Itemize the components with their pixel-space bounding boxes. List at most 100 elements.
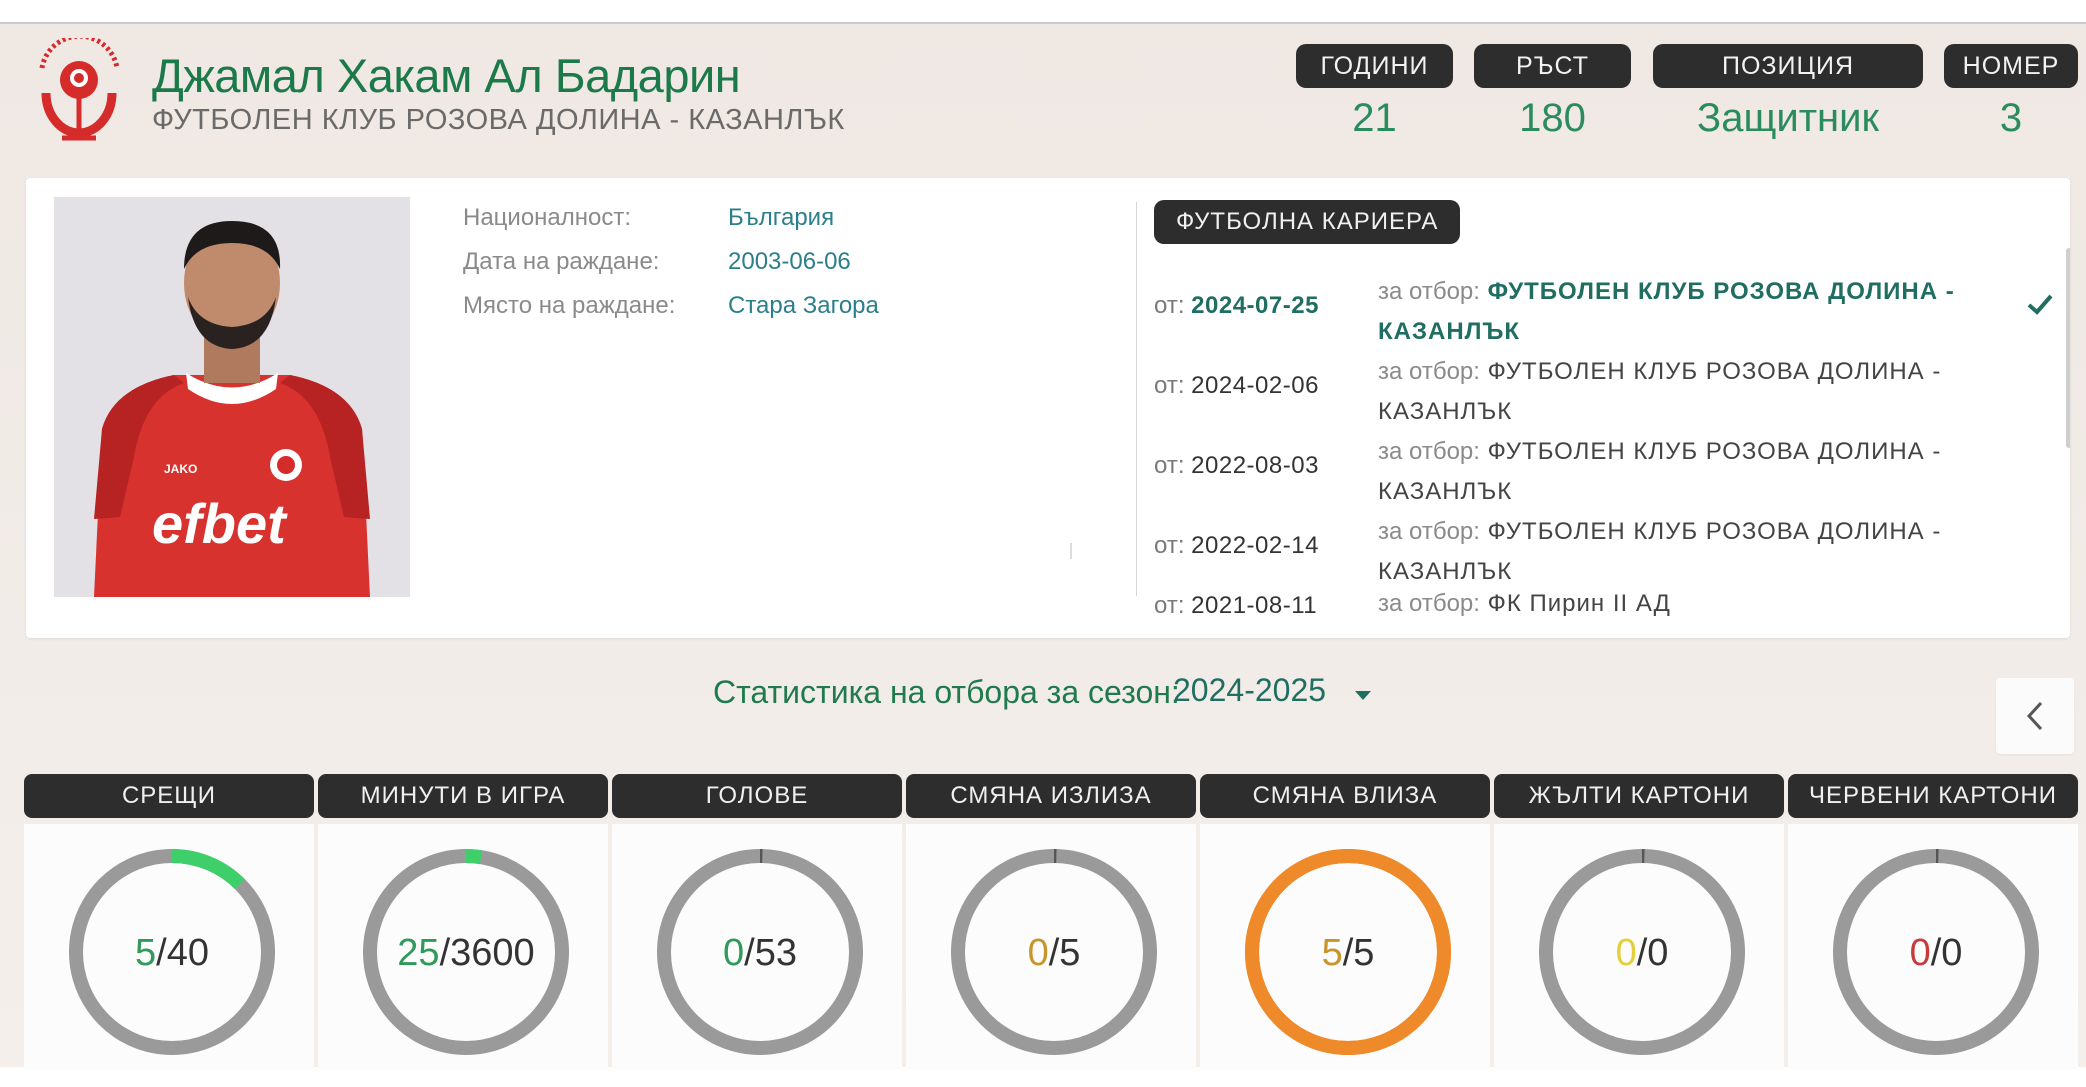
stat-current: 0 <box>1615 932 1637 974</box>
stat-card-body: 5/5 <box>1200 824 1490 1069</box>
season-select[interactable]: 2024-2025 <box>1173 672 1326 709</box>
birthdate-key: Дата на раждане: <box>463 248 660 275</box>
stat-card-body: 0/0 <box>1788 824 2078 1069</box>
team-prefix: за отбор: <box>1378 358 1480 385</box>
stat-total: 0 <box>1941 932 1963 974</box>
stat-current: 5 <box>135 932 157 974</box>
club-rose-crest-icon <box>39 38 120 141</box>
career-entry[interactable]: от: 2022-08-03 за отбор: ФУТБОЛЕН КЛУБ Р… <box>1154 432 2034 512</box>
team-prefix: за отбор: <box>1378 278 1480 305</box>
career-from: от: 2021-08-11 <box>1154 592 1317 620</box>
birthdate-value: 2003-06-06 <box>728 248 851 275</box>
from-prefix: от: <box>1154 292 1185 319</box>
stat-total: 3600 <box>450 932 535 974</box>
position-label: ПОЗИЦИЯ <box>1653 44 1923 88</box>
position-fact: ПОЗИЦИЯ Защитник <box>1653 44 1923 140</box>
team-prefix: за отбор: <box>1378 590 1480 617</box>
career-date: 2024-02-06 <box>1191 372 1319 399</box>
sponsor-text: efbet <box>152 492 288 555</box>
from-prefix: от: <box>1154 532 1185 559</box>
stat-card: МИНУТИ В ИГРА 25/3600 <box>318 774 608 1069</box>
career-team: за отбор: ФУТБОЛЕН КЛУБ РОЗОВА ДОЛИНА - … <box>1378 512 1998 592</box>
number-fact: НОМЕР 3 <box>1944 44 2078 140</box>
stat-card-body: 0/53 <box>612 824 902 1069</box>
stat-current: 0 <box>1909 932 1931 974</box>
club-name: ФУТБОЛЕН КЛУБ РОЗОВА ДОЛИНА - КАЗАНЛЪК <box>152 104 845 136</box>
previous-button[interactable] <box>1996 678 2074 754</box>
team-prefix: за отбор: <box>1378 438 1480 465</box>
player-photo: JAKO efbet <box>54 197 410 597</box>
career-team: за отбор: ФУТБОЛЕН КЛУБ РОЗОВА ДОЛИНА - … <box>1378 352 1998 432</box>
stat-card-label: СРЕЩИ <box>24 774 314 818</box>
position-value: Защитник <box>1697 96 1879 140</box>
stat-value: 0/53 <box>723 932 797 974</box>
stat-card-label: ЧЕРВЕНИ КАРТОНИ <box>1788 774 2078 818</box>
nationality-key: Националност: <box>463 204 632 231</box>
stat-card-label: ГОЛОВЕ <box>612 774 902 818</box>
height-fact: РЪСТ 180 <box>1474 44 1631 140</box>
age-label: ГОДИНИ <box>1296 44 1453 88</box>
height-label: РЪСТ <box>1474 44 1631 88</box>
kit-brand-text: JAKO <box>164 462 197 476</box>
career-from: от: 2022-08-03 <box>1154 452 1319 480</box>
career-entry[interactable]: от: 2021-08-11 за отбор: ФК Пирин II АД <box>1154 590 2034 638</box>
stat-card-body: 25/3600 <box>318 824 608 1069</box>
age-fact: ГОДИНИ 21 <box>1296 44 1453 140</box>
stat-current: 0 <box>1027 932 1049 974</box>
stat-total: 40 <box>166 932 209 974</box>
stat-card: ЖЪЛТИ КАРТОНИ 0/0 <box>1494 774 1784 1069</box>
stat-current: 5 <box>1321 932 1343 974</box>
birthplace-value: Стара Загора <box>728 292 879 319</box>
profile-card: JAKO efbet Националност: България Дата н… <box>26 178 2070 638</box>
stat-card-label: МИНУТИ В ИГРА <box>318 774 608 818</box>
caret-down-icon[interactable] <box>1355 691 1371 700</box>
stat-total: 53 <box>754 932 797 974</box>
career-date: 2022-08-03 <box>1191 452 1319 479</box>
stat-current: 25 <box>397 932 440 974</box>
from-prefix: от: <box>1154 452 1185 479</box>
stat-card: СМЯНА ВЛИЗА 5/5 <box>1200 774 1490 1069</box>
number-value: 3 <box>1999 96 2023 140</box>
from-prefix: от: <box>1154 372 1185 399</box>
career-entry[interactable]: от: 2024-02-06 за отбор: ФУТБОЛЕН КЛУБ Р… <box>1154 352 2034 432</box>
career-date: 2022-02-14 <box>1191 532 1319 559</box>
stat-value: 0/0 <box>1909 932 1963 974</box>
stat-value: 25/3600 <box>397 932 535 974</box>
career-team: за отбор: ФУТБОЛЕН КЛУБ РОЗОВА ДОЛИНА - … <box>1378 432 1998 512</box>
height-value: 180 <box>1519 96 1586 140</box>
stat-card: ГОЛОВЕ 0/53 <box>612 774 902 1069</box>
career-team: за отбор: ФУТБОЛЕН КЛУБ РОЗОВА ДОЛИНА - … <box>1378 272 1998 352</box>
chevron-left-icon <box>2026 701 2043 731</box>
stat-card-body: 0/0 <box>1494 824 1784 1069</box>
stat-card-label: ЖЪЛТИ КАРТОНИ <box>1494 774 1784 818</box>
stat-card: СРЕЩИ 5/40 <box>24 774 314 1069</box>
stat-card: ЧЕРВЕНИ КАРТОНИ 0/0 <box>1788 774 2078 1069</box>
check-icon <box>2027 294 2053 315</box>
stat-value: 0/5 <box>1027 932 1081 974</box>
birthplace-key: Място на раждане: <box>463 292 676 319</box>
resize-marker <box>1070 543 1072 559</box>
career-scrollbar[interactable] <box>2066 248 2070 448</box>
player-profile-page: Джамал Хакам Ал Бадарин ФУТБОЛЕН КЛУБ РО… <box>0 22 2086 1069</box>
stat-total: 0 <box>1647 932 1669 974</box>
age-value: 21 <box>1352 96 1397 140</box>
stat-card-label: СМЯНА ИЗЛИЗА <box>906 774 1196 818</box>
career-date: 2024-07-25 <box>1191 292 1319 319</box>
stat-value: 0/0 <box>1615 932 1669 974</box>
career-from: от: 2024-07-25 <box>1154 292 1319 320</box>
stat-value: 5/40 <box>135 932 209 974</box>
number-label: НОМЕР <box>1944 44 2078 88</box>
from-prefix: от: <box>1154 592 1185 619</box>
career-team: за отбор: ФК Пирин II АД <box>1378 584 1998 624</box>
team-prefix: за отбор: <box>1378 518 1480 545</box>
career-entry[interactable]: от: 2022-02-14 за отбор: ФУТБОЛЕН КЛУБ Р… <box>1154 512 2034 592</box>
stat-card-label: СМЯНА ВЛИЗА <box>1200 774 1490 818</box>
stat-total: 5 <box>1353 932 1375 974</box>
stat-card-body: 5/40 <box>24 824 314 1069</box>
nationality-value: България <box>728 204 835 231</box>
career-entry[interactable]: от: 2024-07-25 за отбор: ФУТБОЛЕН КЛУБ Р… <box>1154 272 2053 352</box>
career-title: ФУТБОЛНА КАРИЕРА <box>1154 200 1461 244</box>
career-from: от: 2022-02-14 <box>1154 532 1319 560</box>
team-name: ФК Пирин II АД <box>1487 590 1671 617</box>
stat-card: СМЯНА ИЗЛИЗА 0/5 <box>906 774 1196 1069</box>
